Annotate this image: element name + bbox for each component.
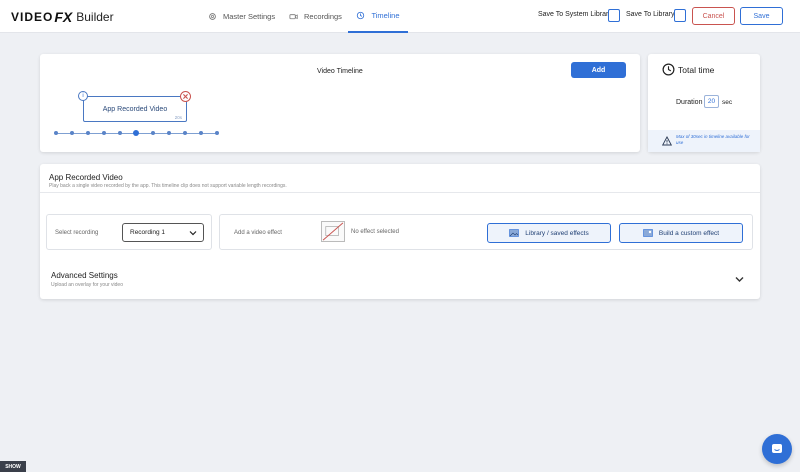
tab-master-settings[interactable]: Master Settings bbox=[208, 0, 275, 33]
chat-button[interactable] bbox=[762, 434, 792, 464]
clock-icon bbox=[662, 63, 675, 76]
timeline-tick bbox=[215, 131, 219, 135]
duration-label: Duration bbox=[676, 99, 703, 106]
chat-icon bbox=[772, 444, 782, 453]
duration-input[interactable]: 20 bbox=[704, 95, 719, 108]
timeline-clip[interactable]: App Recorded Video 20s bbox=[83, 96, 187, 122]
library-saved-effects-label: Library / saved effects bbox=[525, 229, 589, 237]
save-button[interactable]: Save bbox=[740, 7, 783, 25]
chevron-down-icon[interactable] bbox=[735, 276, 744, 283]
close-icon bbox=[183, 94, 188, 99]
magic-image-icon bbox=[643, 229, 653, 237]
clip-remove-icon[interactable] bbox=[180, 91, 191, 102]
duration-unit: sec bbox=[722, 99, 733, 106]
timeline-tick bbox=[86, 131, 90, 135]
timeline-tick bbox=[70, 131, 74, 135]
camera-icon bbox=[289, 14, 298, 20]
save-system-library-label: Save To System Library bbox=[538, 11, 612, 18]
logo: VIDEO FX Builder bbox=[11, 8, 114, 26]
image-icon bbox=[509, 229, 520, 237]
clip-duration: 20s bbox=[174, 115, 182, 120]
total-time-note-text: Max of 30sec in timeline available for u… bbox=[676, 134, 750, 145]
save-library-label: Save To Library bbox=[626, 11, 675, 18]
divider bbox=[40, 192, 760, 193]
timeline-playhead[interactable] bbox=[133, 130, 139, 136]
total-time-note: Max of 30sec in timeline available for u… bbox=[648, 130, 760, 152]
timeline-tick bbox=[102, 131, 106, 135]
clip-label: App Recorded Video bbox=[102, 106, 168, 113]
select-recording-label: Select recording bbox=[55, 230, 99, 236]
build-custom-effect-label: Build a custom effect bbox=[658, 229, 720, 237]
total-time-title: Total time bbox=[678, 65, 715, 75]
gear-icon bbox=[209, 13, 216, 20]
build-custom-effect-button[interactable]: Build a custom effect bbox=[619, 223, 743, 243]
timeline-tick bbox=[151, 131, 155, 135]
warning-icon bbox=[662, 136, 672, 146]
logo-text-fx: FX bbox=[54, 9, 73, 25]
advanced-settings-subtitle: Upload an overlay for your video bbox=[51, 282, 123, 288]
tab-timeline[interactable]: Timeline bbox=[348, 0, 408, 33]
library-saved-effects-button[interactable]: Library / saved effects bbox=[487, 223, 611, 243]
save-library-checkbox[interactable] bbox=[674, 9, 686, 22]
recorded-subtitle: Play back a single video recorded by the… bbox=[49, 183, 287, 189]
add-video-effect-label: Add a video effect bbox=[234, 230, 282, 236]
timeline-tick bbox=[183, 131, 187, 135]
tab-recordings[interactable]: Recordings bbox=[289, 0, 342, 33]
recording-select-value: Recording 1 bbox=[130, 229, 166, 236]
tab-master-settings-label: Master Settings bbox=[223, 12, 276, 21]
save-system-library-checkbox[interactable] bbox=[608, 9, 620, 22]
chevron-down-icon bbox=[189, 231, 197, 236]
clip-info-glyph: i bbox=[82, 93, 84, 99]
logo-text-builder: Builder bbox=[76, 10, 114, 24]
add-button[interactable]: Add bbox=[571, 62, 626, 78]
video-timeline-title: Video Timeline bbox=[317, 68, 363, 75]
timeline-tick bbox=[199, 131, 203, 135]
clip-info-icon[interactable]: i bbox=[78, 91, 88, 101]
app-recorded-video-card: App Recorded Video Play back a single vi… bbox=[40, 164, 760, 299]
show-toggle[interactable]: SHOW bbox=[0, 461, 26, 472]
video-timeline-card: Video Timeline Add App Recorded Video 20… bbox=[40, 54, 640, 152]
select-recording-panel: Select recording Recording 1 bbox=[46, 214, 212, 250]
tab-timeline-label: Timeline bbox=[371, 11, 400, 20]
total-time-card: Total time Duration 20 sec Max of 30sec … bbox=[648, 54, 760, 152]
clock-icon bbox=[357, 11, 365, 20]
video-effect-panel: Add a video effect No effect selected Li… bbox=[219, 214, 753, 250]
advanced-settings-title[interactable]: Advanced Settings bbox=[51, 271, 118, 280]
recorded-title: App Recorded Video bbox=[49, 173, 123, 182]
no-effect-text: No effect selected bbox=[351, 229, 399, 235]
cancel-button[interactable]: Cancel bbox=[692, 7, 735, 25]
tab-recordings-label: Recordings bbox=[304, 12, 342, 21]
logo-text-video: VIDEO bbox=[11, 10, 54, 24]
recording-select[interactable]: Recording 1 bbox=[122, 223, 204, 242]
no-effect-icon bbox=[321, 221, 345, 242]
timeline-tick bbox=[54, 131, 58, 135]
top-bar: VIDEO FX Builder Master Settings Recordi… bbox=[0, 0, 800, 33]
no-image-icon bbox=[322, 222, 344, 241]
timeline-tick bbox=[118, 131, 122, 135]
timeline-tick bbox=[167, 131, 171, 135]
